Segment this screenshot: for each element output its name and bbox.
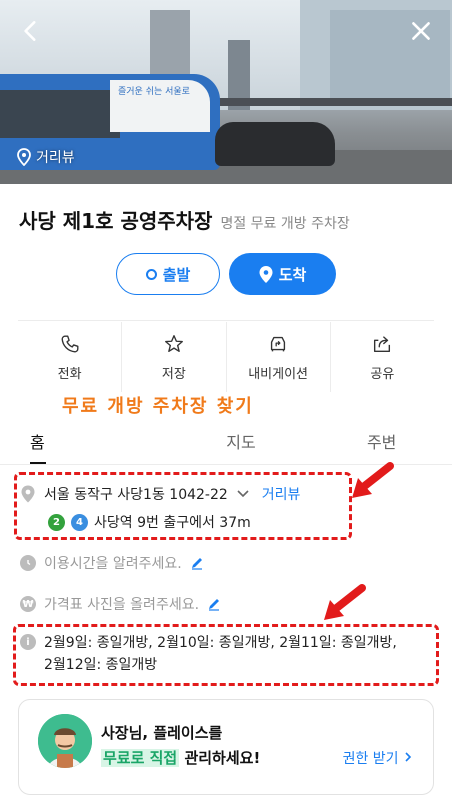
start-label: 출발 xyxy=(162,265,191,284)
clock-icon xyxy=(20,555,36,571)
price-row[interactable]: ₩ 가격표 사진을 올려주세요. xyxy=(20,594,221,614)
call-button[interactable]: 전화 xyxy=(18,322,123,392)
close-icon xyxy=(412,22,430,40)
arrive-label: 도착 xyxy=(278,265,307,284)
car-icon xyxy=(271,336,286,351)
navigation-button[interactable]: 내비게이션 xyxy=(227,322,331,392)
action-bar: 전화 저장 내비게이션 공유 xyxy=(18,322,434,392)
red-arrow-icon xyxy=(324,584,366,620)
owner-card-line-2-rest: 관리하세요! xyxy=(179,749,261,767)
owner-avatar xyxy=(38,714,92,768)
save-label: 저장 xyxy=(161,366,186,382)
back-button[interactable] xyxy=(14,14,48,48)
pencil-icon[interactable] xyxy=(190,556,204,570)
divider xyxy=(18,320,434,321)
navigation-label: 내비게이션 xyxy=(248,366,309,382)
photo-car xyxy=(215,122,335,166)
share-label: 공유 xyxy=(370,366,395,382)
title-row: 사당 제1호 공영주차장 명절 무료 개방 주차장 xyxy=(19,205,350,234)
owner-card-highlight: 무료로 직접 xyxy=(101,749,180,767)
place-name: 사당 제1호 공영주차장 xyxy=(19,209,213,233)
street-view-label: 거리뷰 xyxy=(36,150,75,166)
tab-bar: 홈 지도 주변 xyxy=(0,418,452,464)
get-permission-label: 권한 받기 xyxy=(342,751,399,767)
chevron-left-icon xyxy=(24,21,36,41)
route-buttons: 출발 도착 xyxy=(116,253,336,295)
tab-nearby[interactable]: 주변 xyxy=(311,418,452,464)
photo-bus-text: 즐거운 쉬는 서울로 xyxy=(118,87,190,97)
get-permission-link[interactable]: 권한 받기 xyxy=(343,748,413,768)
annotation-box-notice xyxy=(13,624,439,686)
red-arrow-icon xyxy=(352,462,394,498)
share-button[interactable]: 공유 xyxy=(331,322,434,392)
phone-icon xyxy=(61,335,79,352)
annotation-box-address xyxy=(14,472,352,540)
photo-bus-window xyxy=(0,90,120,138)
arrive-button[interactable]: 도착 xyxy=(229,253,336,295)
annotation-banner: 무료 개방 주차장 찾기 xyxy=(62,396,254,417)
street-view-tag[interactable]: 거리뷰 xyxy=(16,147,75,167)
pencil-icon[interactable] xyxy=(207,597,221,611)
tab-map[interactable]: 지도 xyxy=(171,418,312,464)
share-icon xyxy=(374,335,391,352)
origin-dot-icon xyxy=(145,268,157,280)
close-button[interactable] xyxy=(404,14,438,48)
hours-row[interactable]: 이용시간을 알려주세요. xyxy=(20,553,204,573)
owner-promo-card[interactable]: 사장님, 플레이스를 무료로 직접 관리하세요! 권한 받기 xyxy=(18,699,434,795)
price-prompt: 가격표 사진을 올려주세요. xyxy=(44,597,200,613)
tab-home[interactable]: 홈 xyxy=(0,418,171,464)
hours-prompt: 이용시간을 알려주세요. xyxy=(44,556,182,572)
place-category: 명절 무료 개방 주차장 xyxy=(220,216,350,232)
star-icon xyxy=(164,334,183,352)
owner-card-line-2: 무료로 직접 관리하세요! xyxy=(101,747,260,768)
photo-bus-shelter xyxy=(212,98,452,106)
chevron-right-icon xyxy=(405,752,412,762)
start-button[interactable]: 출발 xyxy=(116,253,220,295)
street-view-photo[interactable]: 즐거운 쉬는 서울로 거리뷰 xyxy=(0,0,452,184)
pin-icon xyxy=(259,265,273,283)
owner-card-line-1: 사장님, 플레이스를 xyxy=(101,724,223,742)
save-button[interactable]: 저장 xyxy=(122,322,227,392)
pin-outline-icon xyxy=(17,148,31,166)
call-label: 전화 xyxy=(57,366,82,382)
won-icon: ₩ xyxy=(20,596,36,612)
